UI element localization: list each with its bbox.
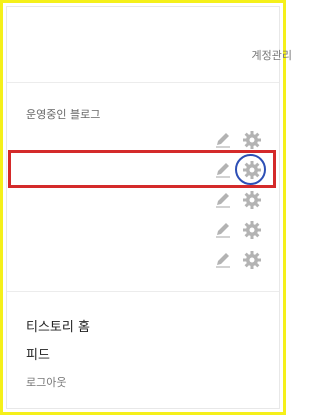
blog-row (7, 218, 279, 242)
pencil-icon[interactable] (214, 251, 232, 269)
highlight-circle (235, 154, 266, 185)
active-blogs-heading: 운영중인 블로그 (26, 108, 101, 121)
blog-row (7, 128, 279, 152)
blog-row (7, 248, 279, 272)
tistory-home-link[interactable]: 티스토리 홈 (26, 316, 90, 335)
gear-icon[interactable] (242, 250, 262, 270)
feed-link[interactable]: 피드 (26, 344, 50, 363)
pencil-icon[interactable] (214, 191, 232, 209)
pencil-icon[interactable] (214, 221, 232, 239)
gear-icon[interactable] (242, 130, 262, 150)
pencil-icon[interactable] (214, 131, 232, 149)
blog-row (7, 188, 279, 212)
gear-icon[interactable] (242, 220, 262, 240)
divider (7, 291, 279, 292)
divider (7, 82, 279, 83)
account-management-link[interactable]: 계정관리 (252, 47, 292, 63)
logout-link[interactable]: 로그아웃 (26, 374, 66, 390)
gear-icon[interactable] (242, 190, 262, 210)
